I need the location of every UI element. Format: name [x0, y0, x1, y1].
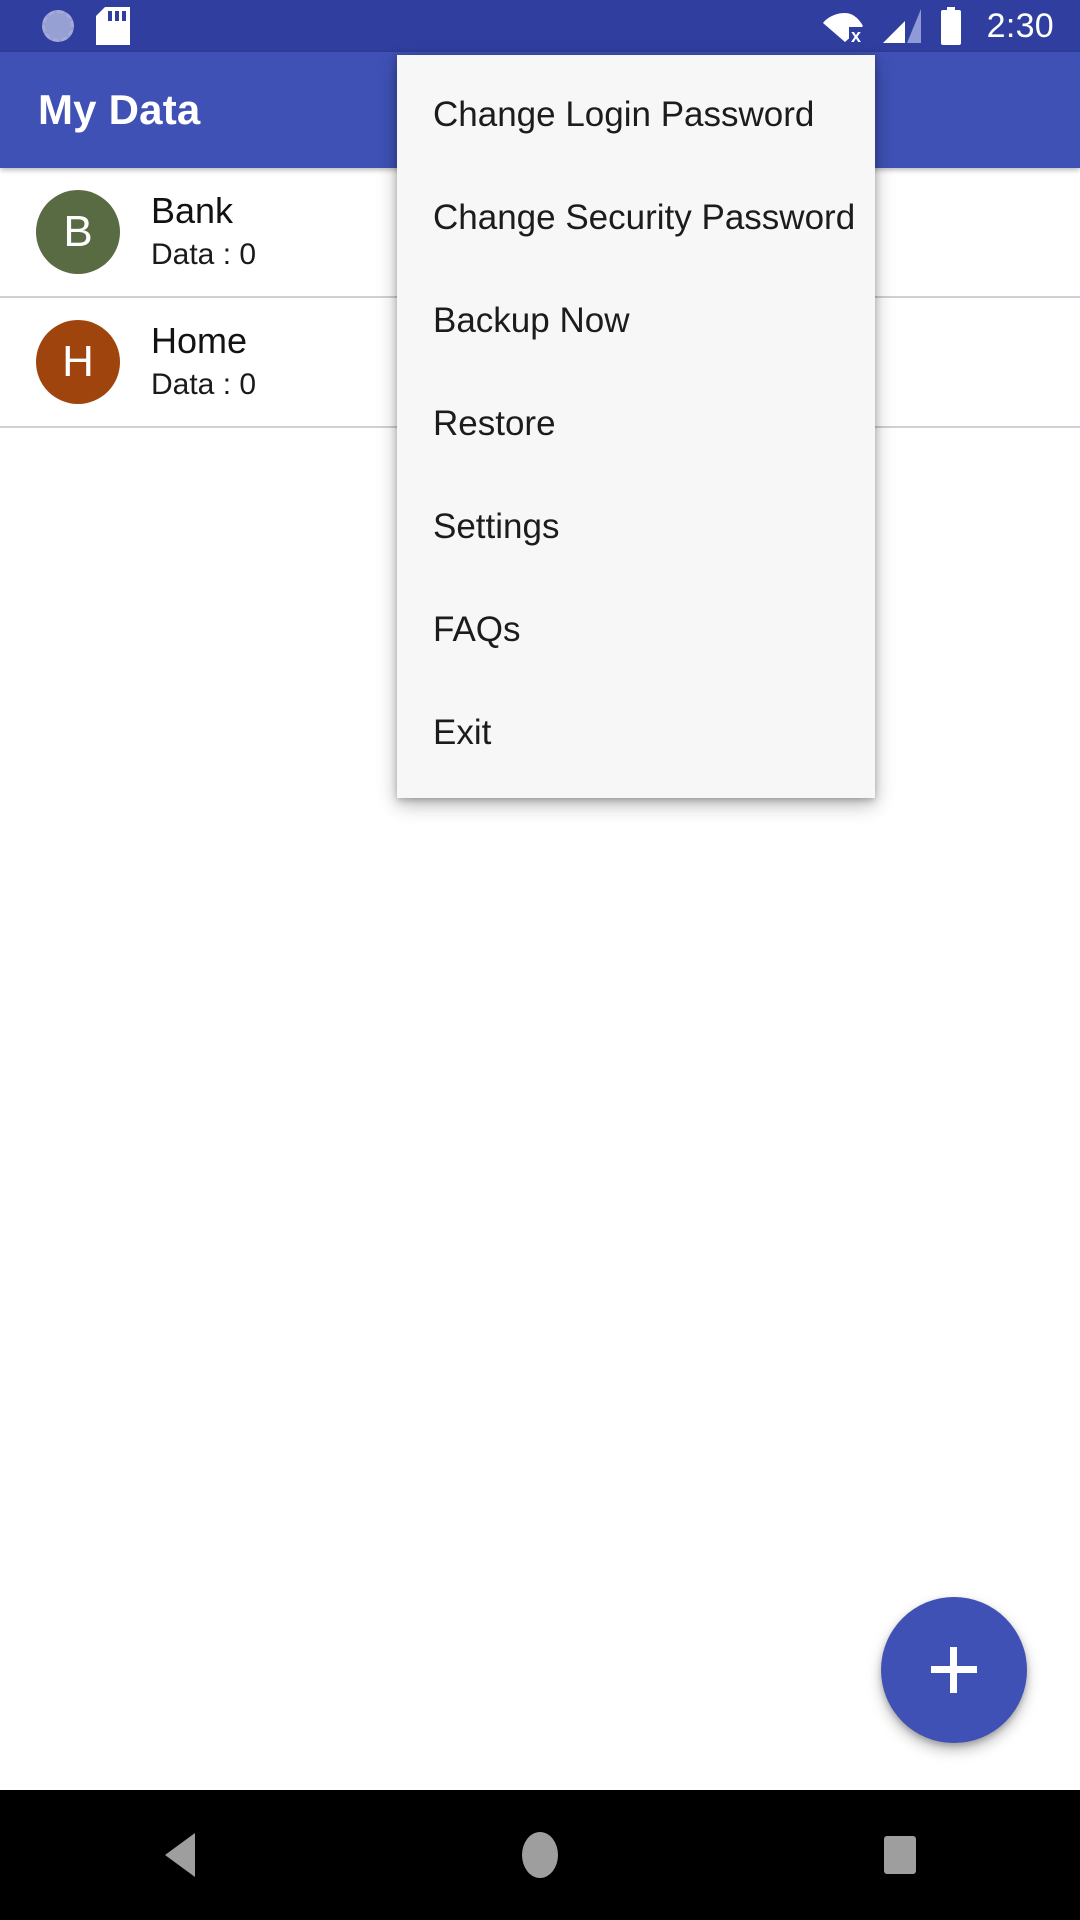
system-navigation-bar [0, 1790, 1080, 1920]
status-bar: x x 2:30 [0, 0, 1080, 52]
status-bar-clock: 2:30 [986, 7, 1054, 45]
list-item-texts: Home Data : 0 [151, 319, 256, 405]
list-item-title: Bank [151, 190, 234, 231]
nav-recents-button[interactable] [720, 1836, 1080, 1874]
overflow-menu: Change Login Password Change Security Pa… [397, 55, 875, 798]
avatar: H [36, 320, 120, 404]
menu-item-faqs[interactable]: FAQs [397, 578, 875, 681]
menu-item-label: Restore [433, 403, 556, 443]
status-bar-right-icons: x x 2:30 [822, 0, 1080, 52]
menu-item-change-login-password[interactable]: Change Login Password [397, 63, 875, 166]
add-fab-button[interactable] [881, 1597, 1027, 1743]
nav-back-button[interactable] [0, 1833, 360, 1877]
avatar-initial: B [63, 207, 93, 256]
sd-card-icon [96, 7, 130, 45]
back-icon [165, 1833, 195, 1877]
svg-text:x: x [851, 26, 861, 43]
menu-item-label: Settings [433, 506, 560, 546]
recents-icon [884, 1836, 916, 1874]
menu-item-restore[interactable]: Restore [397, 372, 875, 475]
menu-item-label: Change Security Password [433, 197, 856, 237]
cellular-signal-icon [882, 9, 921, 43]
menu-item-settings[interactable]: Settings [397, 475, 875, 578]
plus-icon [931, 1647, 977, 1693]
menu-item-change-security-password[interactable]: Change Security Password [397, 166, 875, 269]
menu-item-label: FAQs [433, 609, 521, 649]
app-screen: x x 2:30 My Data B Bank Dat [0, 0, 1080, 1920]
menu-item-label: Exit [433, 712, 492, 752]
menu-item-label: Change Login Password [433, 94, 815, 134]
nav-home-button[interactable] [360, 1832, 720, 1878]
list-item-texts: Bank Data : 0 [151, 189, 256, 275]
home-icon [522, 1832, 558, 1878]
list-item-title: Home [151, 320, 248, 361]
menu-item-exit[interactable]: Exit [397, 681, 875, 784]
list-item-subtitle: Data : 0 [151, 238, 257, 271]
status-bar-left-icons [0, 7, 823, 45]
sync-icon [42, 10, 74, 42]
wifi-off-icon: x x [822, 13, 867, 43]
list-item-subtitle: Data : 0 [151, 368, 257, 401]
menu-item-label: Backup Now [433, 300, 630, 340]
avatar-initial: H [62, 337, 94, 386]
page-title: My Data [38, 86, 201, 133]
battery-full-icon [940, 7, 961, 45]
avatar: B [36, 190, 120, 274]
menu-item-backup-now[interactable]: Backup Now [397, 269, 875, 372]
